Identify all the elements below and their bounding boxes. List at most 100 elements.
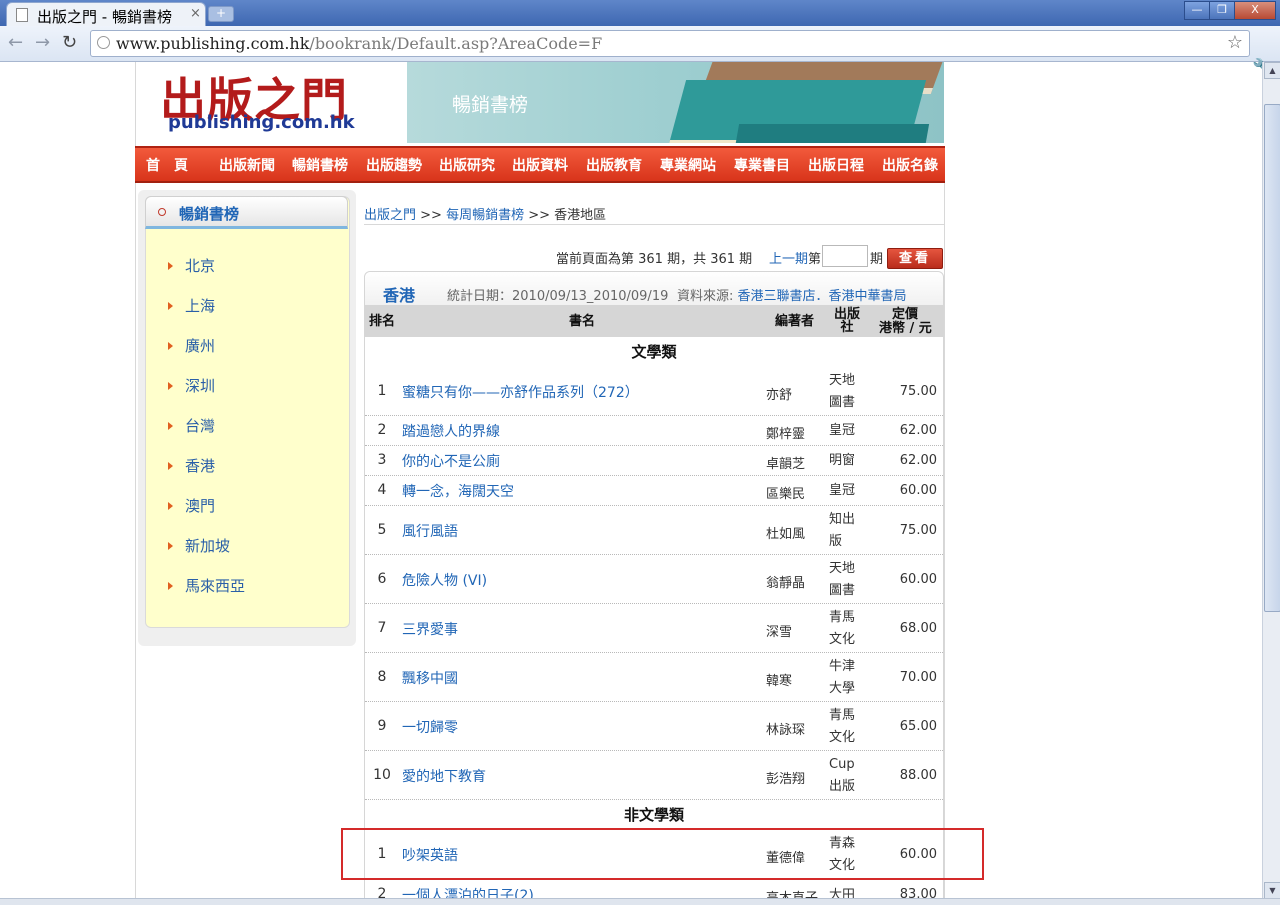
nav-pro-booklist[interactable]: 專業書目 [734, 155, 790, 175]
book-title-link[interactable]: 三界愛事 [402, 619, 458, 639]
column-price: 定價 [892, 307, 919, 322]
book-title-link[interactable]: 蜜糖只有你——亦舒作品系列（272） [402, 382, 639, 402]
sidebar-item-guangzhou[interactable]: 廣州 [168, 335, 215, 356]
view-button[interactable]: 查看 [887, 248, 943, 269]
price-cell: 60.00 [899, 847, 937, 862]
sidebar-item-label[interactable]: 澳門 [185, 497, 215, 515]
book-title-link[interactable]: 你的心不是公廁 [402, 451, 500, 471]
previous-period-link[interactable]: 上一期 [769, 248, 808, 267]
column-publisher: 出版社 [833, 307, 860, 335]
banner-title: 暢銷書榜 [452, 94, 529, 116]
price-cell: 75.00 [899, 384, 937, 399]
table-row: 2 踏過戀人的界線 鄭梓靈 皇冠 62.00 [365, 416, 943, 446]
scroll-down-icon[interactable]: ▼ [1264, 882, 1280, 899]
publisher-cell: 青馬文化 [829, 610, 856, 647]
book-title-link[interactable]: 一切歸零 [402, 717, 458, 737]
browser-toolbar: ← → ↻ www.publishing.com.hk/bookrank/Def… [0, 26, 1280, 79]
sidebar-item-beijing[interactable]: 北京 [168, 255, 215, 276]
book-title-link[interactable]: 一個人漂泊的日子(2) [402, 885, 534, 898]
stat-date: 統計日期：2010/09/13_2010/09/19 [447, 289, 669, 304]
author-cell: 深雪 [766, 625, 793, 640]
publisher-cell: 天地圖書 [829, 373, 856, 410]
vertical-scrollbar[interactable]: ▲ ▼ [1262, 62, 1280, 899]
book-title-link[interactable]: 吵架英語 [402, 845, 458, 865]
tab-title: 出版之門 - 暢銷書榜 [37, 8, 172, 26]
sidebar-item-shanghai[interactable]: 上海 [168, 295, 215, 316]
rank-cell: 2 [377, 886, 387, 898]
restore-button[interactable]: ❐ [1209, 1, 1235, 20]
nav-research[interactable]: 出版研究 [439, 155, 495, 175]
forward-arrow-icon[interactable]: → [35, 32, 50, 53]
browser-tab[interactable]: 出版之門 - 暢銷書榜 × [6, 2, 206, 27]
sidebar-item-shenzhen[interactable]: 深圳 [168, 375, 215, 396]
url-text[interactable]: www.publishing.com.hk/bookrank/Default.a… [116, 34, 602, 53]
author-cell: 高木直子 [766, 887, 818, 898]
table-row: 3 你的心不是公廁 卓韻芝 明窗 62.00 [365, 446, 943, 476]
sidebar-item-singapore[interactable]: 新加坡 [168, 535, 230, 556]
scroll-up-icon[interactable]: ▲ [1264, 62, 1280, 79]
sidebar-item-label[interactable]: 北京 [185, 257, 215, 275]
close-window-button[interactable]: X [1234, 1, 1276, 20]
tab-close-icon[interactable]: × [190, 6, 201, 21]
period-input[interactable] [822, 245, 868, 267]
book-title-link[interactable]: 轉一念，海闊天空 [402, 481, 514, 501]
new-tab-button[interactable]: + [208, 6, 234, 22]
rank-cell: 10 [373, 767, 391, 783]
breadcrumb-home[interactable]: 出版之門 [364, 208, 416, 223]
rank-cell: 9 [377, 718, 387, 734]
rank-cell: 5 [377, 522, 387, 538]
book-title-link[interactable]: 風行風語 [402, 521, 458, 541]
author-cell: 杜如風 [766, 527, 806, 542]
nav-education[interactable]: 出版教育 [586, 155, 642, 175]
nav-bestsellers[interactable]: 暢銷書榜 [292, 155, 348, 175]
sidebar-item-label[interactable]: 馬來西亞 [185, 577, 245, 595]
sidebar-item-label[interactable]: 廣州 [185, 337, 215, 355]
arrow-right-icon [168, 261, 173, 270]
price-cell: 62.00 [899, 423, 937, 438]
nav-data[interactable]: 出版資料 [512, 155, 568, 175]
site-logo[interactable]: 出版之門 publishing.com.hk [160, 64, 375, 136]
period-info: 當前頁面為第 361 期，共 361 期 [556, 252, 753, 267]
book-title-link[interactable]: 危險人物 (VI) [402, 570, 487, 590]
category-nonliterary: 非文學類 [623, 806, 684, 824]
source-label: 資料來源: [677, 289, 738, 304]
sidebar-item-label[interactable]: 台灣 [185, 417, 215, 435]
source-link[interactable]: 香港三聯書店．香港中華書局 [738, 289, 907, 304]
nav-publishing-news[interactable]: 出版新聞 [219, 155, 275, 175]
nav-schedule[interactable]: 出版日程 [808, 155, 864, 175]
bookmark-star-icon[interactable]: ☆ [1227, 32, 1243, 53]
table-row: 1 吵架英語 董德偉 青森文化 60.00 [365, 830, 943, 879]
price-cell: 70.00 [899, 670, 937, 685]
data-source: 資料來源: 香港三聯書店．香港中華書局 [677, 285, 907, 304]
category-literary: 文學類 [631, 343, 677, 361]
table-row: 10 愛的地下教育 彭浩翔 Cup出版 88.00 [365, 751, 943, 800]
breadcrumb-separator: >> [416, 208, 447, 223]
nav-pro-sites[interactable]: 專業網站 [660, 155, 716, 175]
book-title-link[interactable]: 飄移中國 [402, 668, 458, 688]
price-cell: 83.00 [899, 887, 937, 898]
nav-directory[interactable]: 出版名錄 [882, 155, 938, 175]
nav-trends[interactable]: 出版趨勢 [366, 155, 422, 175]
sidebar-item-label[interactable]: 新加坡 [185, 537, 230, 555]
sidebar-item-taiwan[interactable]: 台灣 [168, 415, 215, 436]
sidebar-title[interactable]: 暢銷書榜 [179, 203, 239, 224]
sidebar-item-malaysia[interactable]: 馬來西亞 [168, 575, 245, 596]
price-cell: 88.00 [899, 768, 937, 783]
address-bar[interactable]: www.publishing.com.hk/bookrank/Default.a… [90, 30, 1250, 57]
book-title-link[interactable]: 愛的地下教育 [402, 766, 486, 786]
minimize-button[interactable]: — [1184, 1, 1210, 20]
arrow-right-icon [168, 461, 173, 470]
reload-icon[interactable]: ↻ [62, 32, 77, 53]
sidebar-item-macau[interactable]: 澳門 [168, 495, 215, 516]
scroll-thumb[interactable] [1264, 104, 1280, 612]
book-title-link[interactable]: 踏過戀人的界線 [402, 421, 500, 441]
breadcrumb-weekly[interactable]: 每周暢銷書榜 [446, 208, 524, 223]
nav-home[interactable]: 首 頁 [146, 155, 188, 175]
sidebar-item-label[interactable]: 上海 [185, 297, 215, 315]
back-arrow-icon[interactable]: ← [8, 32, 23, 53]
arrow-right-icon [168, 501, 173, 510]
sidebar-item-hongkong[interactable]: 香港 [168, 455, 215, 476]
table-row: 1 蜜糖只有你——亦舒作品系列（272） 亦舒 天地圖書 75.00 [365, 367, 943, 416]
sidebar-item-label[interactable]: 深圳 [185, 377, 215, 395]
sidebar-item-label[interactable]: 香港 [185, 457, 215, 475]
